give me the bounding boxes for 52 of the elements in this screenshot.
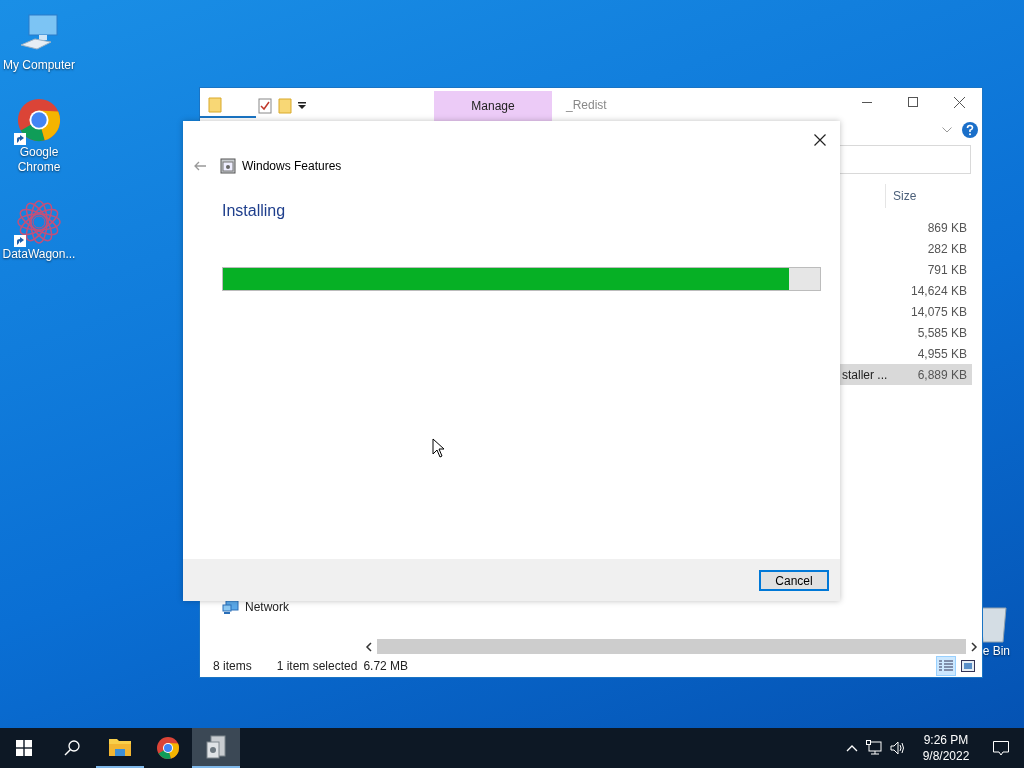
dialog-heading: Installing bbox=[222, 202, 286, 219]
help-icon[interactable] bbox=[962, 122, 978, 138]
checkmark-document-icon[interactable] bbox=[258, 98, 272, 114]
desktop-icon-label[interactable]: Google Chrome bbox=[1, 145, 77, 175]
dialog-title: Windows Features bbox=[242, 158, 342, 175]
thumbnail-view-icon bbox=[961, 660, 975, 672]
status-size: 6.72 MB bbox=[363, 658, 409, 675]
folder-icon bbox=[108, 736, 132, 758]
windows-logo-icon bbox=[16, 740, 32, 756]
minimize-icon bbox=[862, 101, 872, 103]
scrollbar-thumb[interactable] bbox=[377, 639, 966, 654]
chevron-up-icon[interactable] bbox=[846, 744, 858, 752]
desktop-icon-label[interactable]: My Computer bbox=[1, 58, 77, 73]
chevron-down-icon[interactable] bbox=[942, 127, 952, 133]
status-item-count: 8 items bbox=[213, 658, 252, 675]
speech-bubble-icon bbox=[993, 740, 1009, 756]
search-icon bbox=[64, 740, 80, 756]
chrome-icon bbox=[16, 97, 62, 143]
file-size: 791 KB bbox=[927, 261, 967, 279]
column-header[interactable]: Size bbox=[886, 187, 917, 205]
starburst-icon bbox=[16, 199, 62, 245]
maximize-icon bbox=[908, 97, 918, 107]
window-title: _Redist bbox=[566, 97, 607, 114]
installer-icon bbox=[220, 158, 236, 174]
mouse-pointer-icon bbox=[432, 438, 445, 458]
file-size: 6,889 KB bbox=[917, 366, 967, 384]
close-icon bbox=[814, 134, 826, 146]
desktop-icon-label[interactable]: DataWagon... bbox=[1, 247, 77, 262]
close-icon bbox=[953, 96, 965, 108]
installer-icon bbox=[205, 735, 227, 759]
dropdown-arrow-icon[interactable] bbox=[298, 102, 306, 110]
file-size: 282 KB bbox=[927, 240, 967, 258]
file-size: 14,624 KB bbox=[910, 282, 967, 300]
nav-item[interactable]: Network bbox=[245, 598, 289, 616]
file-size: 14,075 KB bbox=[910, 303, 967, 321]
desktop-icon-label[interactable]: e Bin bbox=[982, 644, 1010, 659]
ribbon-tab[interactable]: Manage bbox=[434, 91, 552, 121]
details-view-icon bbox=[939, 660, 953, 672]
file-size: 5,585 KB bbox=[917, 324, 967, 342]
taskbar-app-button[interactable] bbox=[192, 728, 240, 768]
speaker-icon[interactable] bbox=[890, 740, 906, 756]
chrome-icon bbox=[156, 736, 180, 760]
clock-time[interactable]: 9:26 PM bbox=[923, 732, 969, 748]
file-name: staller ... bbox=[841, 366, 888, 384]
status-selection: 1 item selected bbox=[276, 658, 358, 675]
cancel-button[interactable]: Cancel bbox=[759, 569, 829, 591]
file-size: 4,955 KB bbox=[917, 345, 967, 363]
file-size: 869 KB bbox=[927, 219, 967, 237]
clock-date[interactable]: 9/8/2022 bbox=[922, 748, 970, 764]
back-arrow-icon bbox=[192, 161, 206, 171]
network-icon[interactable] bbox=[866, 740, 882, 756]
network-icon bbox=[222, 599, 239, 615]
